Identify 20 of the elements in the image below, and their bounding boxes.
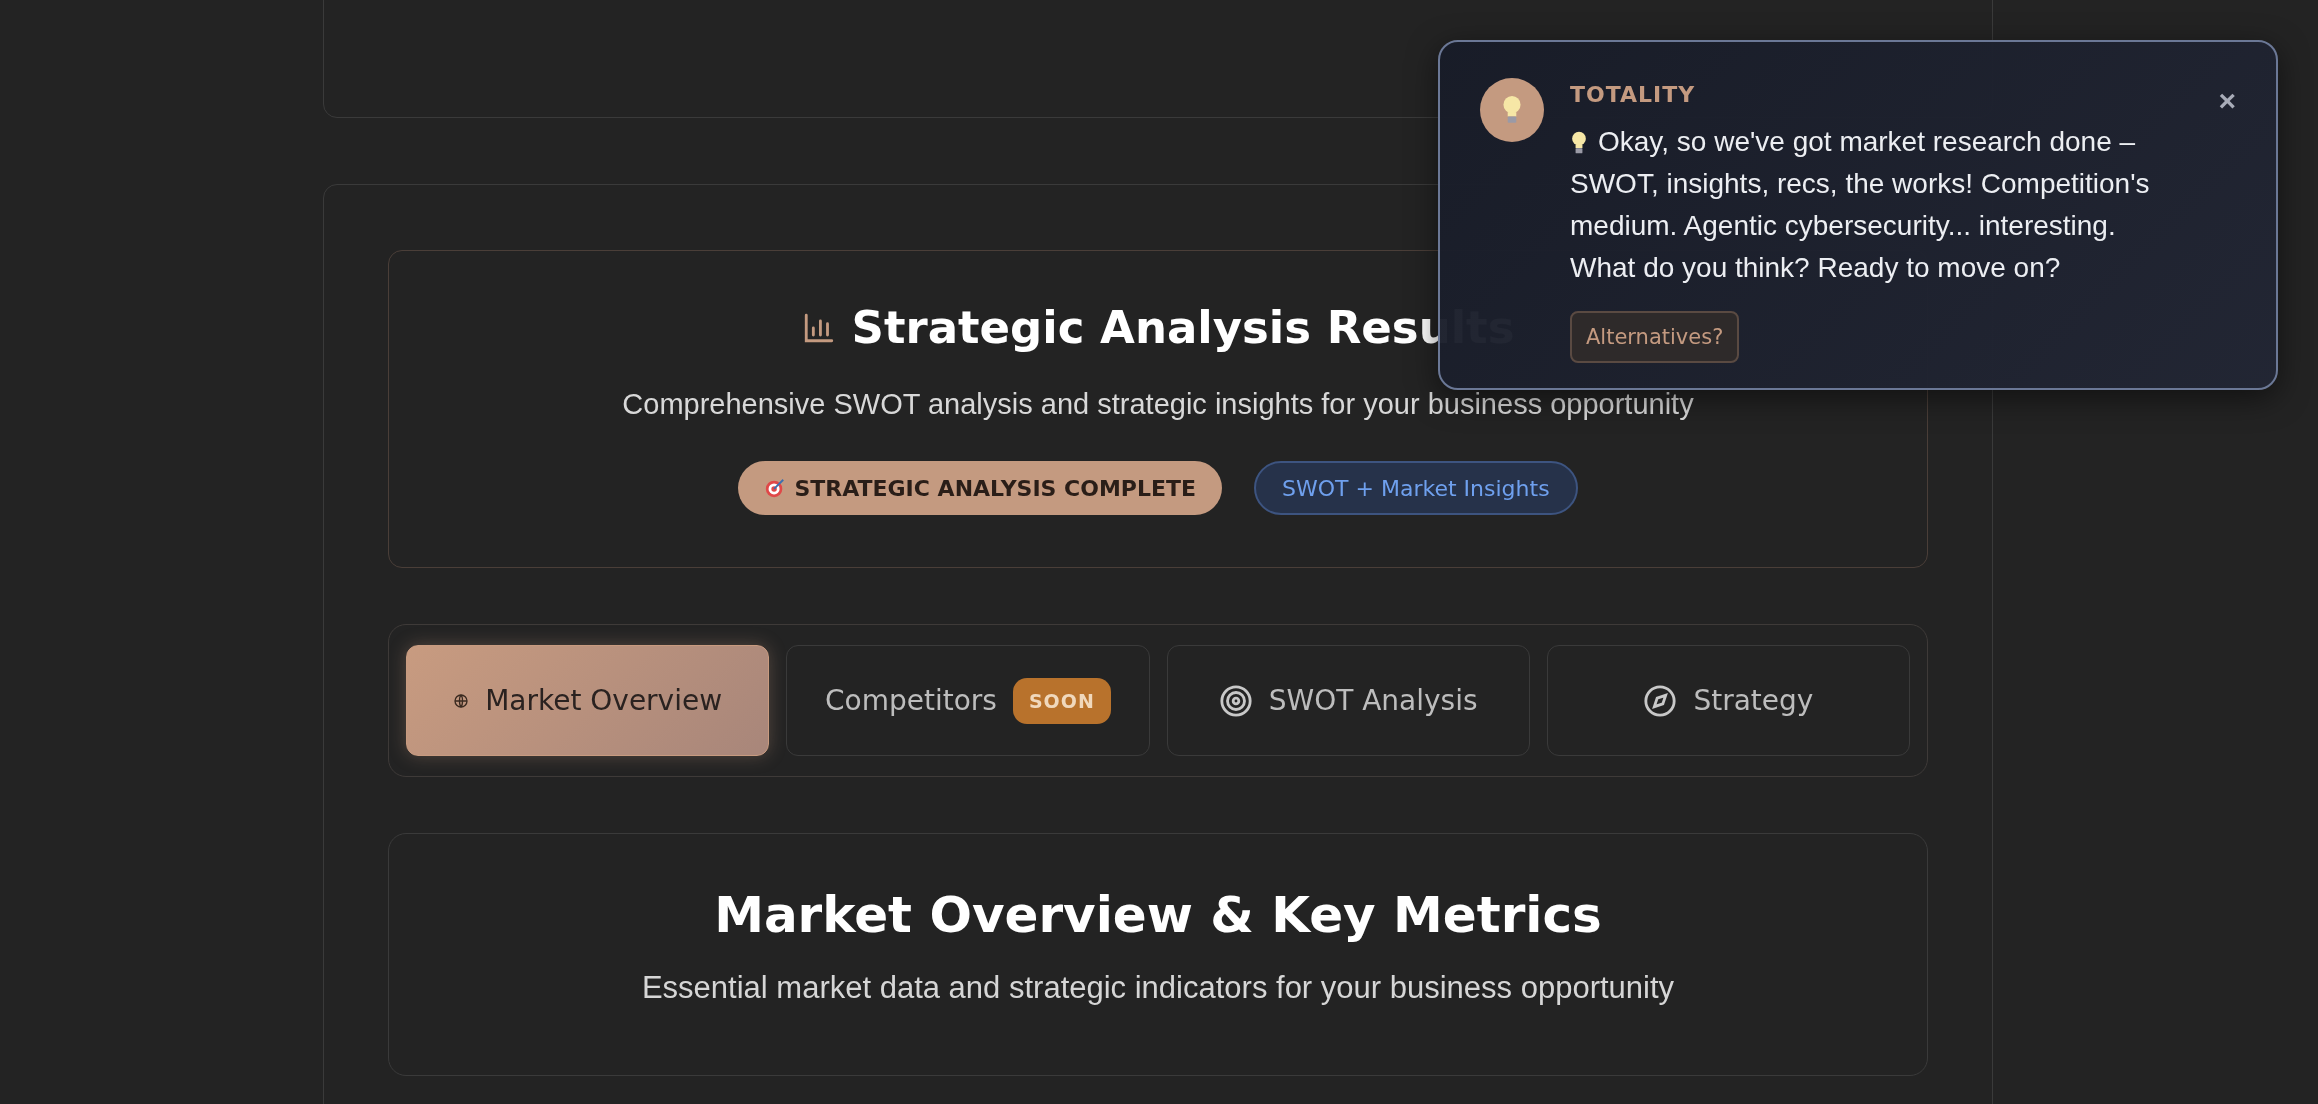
tab[interactable]: Strategy	[1546, 645, 1910, 756]
target-icon	[1218, 683, 1253, 718]
info-badge: SWOT + Market Insights	[1254, 461, 1578, 515]
page-subtitle: Comprehensive SWOT analysis and strategic insights for your business opportunity	[622, 388, 1694, 421]
section-title: Market Overview & Key Metrics	[714, 886, 1602, 944]
soon-badge: SOON	[1012, 677, 1111, 724]
alternatives-button[interactable]: Alternatives?	[1570, 311, 1740, 363]
section-subtitle: Essential market data and strategic indicators for your business opportunity	[641, 970, 1675, 1006]
sender-name: TOTALITY	[1570, 82, 1697, 107]
tab[interactable]: Market Overview	[406, 645, 770, 756]
message-text: Okay, so we've got market research done – SWOT, insights, recs, the works! Competition's medium. Agentic cybersecurity... interesting. What do you think? Ready to move on?	[1570, 125, 2151, 285]
dart-icon	[764, 477, 787, 499]
lightbulb-icon	[1570, 131, 1588, 155]
lightbulb-icon	[1501, 95, 1523, 125]
tab[interactable]: SWOT Analysis	[1166, 645, 1530, 756]
compass-icon	[1643, 683, 1678, 718]
globe-icon	[453, 692, 470, 709]
close-button[interactable]: ×	[2214, 86, 2240, 116]
tab[interactable]: Competitors SOON	[786, 645, 1150, 756]
badge-label: STRATEGIC ANALYSIS COMPLETE	[794, 475, 1197, 501]
